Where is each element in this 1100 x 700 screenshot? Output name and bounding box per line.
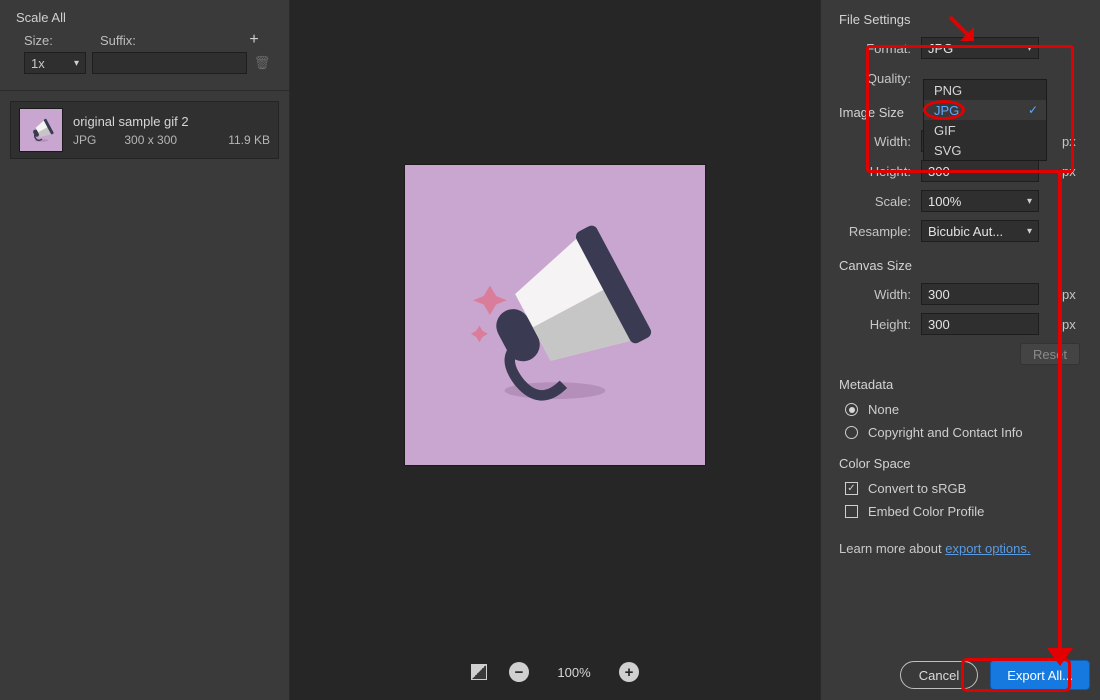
zoom-out-button[interactable]: −	[509, 662, 529, 682]
canvas-width-input[interactable]: 300	[921, 283, 1039, 305]
canvas-height-value: 300	[928, 317, 950, 332]
radio-icon	[845, 403, 858, 416]
image-height-label: Height:	[821, 164, 921, 179]
unit-px: px	[1056, 164, 1080, 179]
format-option-label: SVG	[934, 143, 961, 158]
embed-profile-checkbox[interactable]: Embed Color Profile	[821, 500, 1090, 523]
two-up-icon[interactable]	[471, 664, 487, 680]
format-dropdown[interactable]: JPG ▾	[921, 37, 1039, 59]
zoom-percent[interactable]: 100%	[551, 665, 597, 680]
chevron-down-icon: ▾	[1027, 43, 1032, 54]
size-value: 1x	[31, 56, 45, 71]
embed-profile-label: Embed Color Profile	[868, 504, 984, 519]
delete-scale-button[interactable]: 🗑	[253, 55, 271, 71]
scale-all-title: Scale All	[0, 0, 289, 31]
resample-dropdown[interactable]: Bicubic Aut... ▾	[921, 220, 1039, 242]
canvas-height-input[interactable]: 300	[921, 313, 1039, 335]
unit-px: px	[1056, 287, 1080, 302]
add-scale-button[interactable]: +	[247, 33, 261, 48]
format-option-gif[interactable]: GIF✓	[924, 120, 1046, 140]
cancel-button[interactable]: Cancel	[900, 661, 978, 689]
format-option-png[interactable]: PNG✓	[924, 80, 1046, 100]
format-option-label: JPG	[934, 103, 959, 118]
export-all-button[interactable]: Export All...	[990, 660, 1090, 690]
export-options-link[interactable]: export options.	[945, 541, 1030, 556]
reset-button[interactable]: Reset	[1020, 343, 1080, 365]
preview-canvas	[405, 165, 705, 465]
canvas-size-title: Canvas Size	[821, 246, 1090, 279]
quality-label: Quality:	[821, 71, 921, 86]
image-height-value: 300	[928, 164, 950, 179]
resample-label: Resample:	[821, 224, 921, 239]
size-header: Size:	[24, 33, 100, 48]
scale-label: Scale:	[821, 194, 921, 209]
metadata-copyright-radio[interactable]: Copyright and Contact Info	[821, 421, 1090, 444]
resample-value: Bicubic Aut...	[928, 224, 1003, 239]
metadata-copyright-label: Copyright and Contact Info	[868, 425, 1023, 440]
scale-dropdown[interactable]: 100% ▾	[921, 190, 1039, 212]
canvas-width-label: Width:	[821, 287, 921, 302]
learn-more-text: Learn more about	[839, 541, 945, 556]
format-label: Format:	[821, 41, 921, 56]
format-dropdown-menu: PNG✓ JPG ✓ GIF✓ SVG✓	[923, 79, 1047, 161]
size-dropdown[interactable]: 1x ▾	[24, 52, 86, 74]
chevron-down-icon: ▾	[74, 58, 79, 69]
checkbox-icon	[845, 482, 858, 495]
metadata-none-radio[interactable]: None	[821, 398, 1090, 421]
format-option-label: PNG	[934, 83, 962, 98]
image-height-input[interactable]: 300	[921, 160, 1039, 182]
radio-icon	[845, 426, 858, 439]
chevron-down-icon: ▾	[1027, 226, 1032, 237]
canvas-height-label: Height:	[821, 317, 921, 332]
asset-filesize: 11.9 KB	[228, 133, 270, 147]
asset-name: original sample gif 2	[73, 114, 270, 129]
image-width-label: Width:	[821, 134, 921, 149]
format-option-svg[interactable]: SVG✓	[924, 140, 1046, 160]
metadata-none-label: None	[868, 402, 899, 417]
asset-dimensions: 300 x 300	[124, 133, 200, 147]
checkbox-icon	[845, 505, 858, 518]
format-value: JPG	[928, 41, 953, 56]
unit-px: px	[1056, 317, 1080, 332]
convert-srgb-checkbox[interactable]: Convert to sRGB	[821, 477, 1090, 500]
chevron-down-icon: ▾	[1027, 196, 1032, 207]
zoom-in-button[interactable]: +	[619, 662, 639, 682]
asset-thumbnail	[19, 108, 63, 152]
color-space-title: Color Space	[821, 444, 1090, 477]
format-option-label: GIF	[934, 123, 956, 138]
scale-value: 100%	[928, 194, 961, 209]
suffix-input[interactable]	[92, 52, 247, 74]
check-icon: ✓	[1028, 103, 1038, 117]
asset-format: JPG	[73, 133, 96, 147]
format-option-jpg[interactable]: JPG ✓	[924, 100, 1046, 120]
canvas-width-value: 300	[928, 287, 950, 302]
suffix-header: Suffix:	[100, 33, 247, 48]
unit-px: px	[1056, 134, 1080, 149]
file-settings-title: File Settings	[821, 0, 1090, 33]
asset-row[interactable]: original sample gif 2 JPG 300 x 300 11.9…	[10, 101, 279, 159]
metadata-title: Metadata	[821, 365, 1090, 398]
convert-srgb-label: Convert to sRGB	[868, 481, 966, 496]
